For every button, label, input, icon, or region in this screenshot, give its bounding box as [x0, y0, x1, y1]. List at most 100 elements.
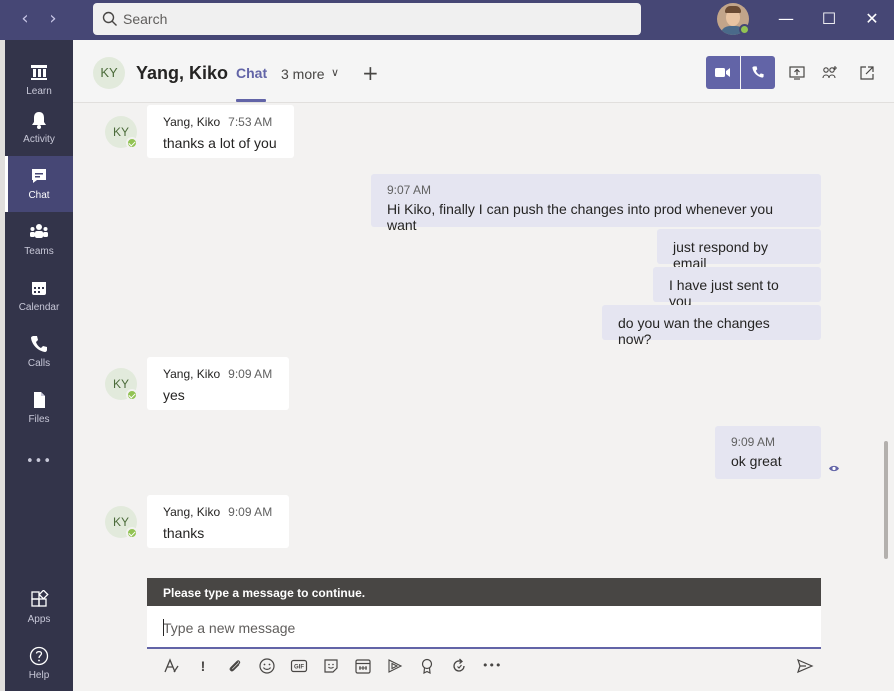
- chevron-down-icon: ∨: [331, 66, 340, 79]
- schedule-meeting-icon: [355, 659, 371, 674]
- message-text: do you wan the changes now?: [618, 315, 770, 347]
- app-label: Calls: [27, 358, 51, 369]
- minimize-button[interactable]: —: [774, 8, 798, 30]
- app-activity[interactable]: Activity: [5, 100, 73, 156]
- file-icon: [34, 392, 45, 408]
- compose-box[interactable]: [147, 606, 821, 649]
- format-button[interactable]: [162, 657, 180, 675]
- sender-name: Yang, Kiko: [163, 505, 221, 519]
- app-label: Chat: [28, 190, 50, 201]
- app-bar: Learn Activity Chat Teams Calendar Calls…: [5, 40, 73, 691]
- send-button[interactable]: [796, 657, 814, 675]
- sender-name: Yang, Kiko: [163, 367, 221, 381]
- maximize-button[interactable]: ☐: [817, 8, 841, 30]
- more-apps-button[interactable]: •••: [5, 448, 73, 478]
- praise-button[interactable]: [418, 657, 436, 675]
- loop-button[interactable]: [450, 657, 468, 675]
- message-list: KY Yang, Kiko 7:53 AM thanks a lot of you…: [73, 104, 884, 570]
- more-options-icon: •••: [482, 659, 502, 672]
- emoji-button[interactable]: [258, 657, 276, 675]
- message-time: 9:09 AM: [228, 367, 273, 381]
- add-tab-button[interactable]: +: [362, 61, 379, 85]
- message-bubble-outgoing[interactable]: 9:07 AM Hi Kiko, finally I can push the …: [371, 174, 821, 233]
- important-icon: !: [200, 658, 206, 674]
- schedule-meeting-button[interactable]: [354, 657, 372, 675]
- tab-chat[interactable]: Chat: [236, 65, 267, 81]
- apps-icon: [31, 590, 49, 607]
- app-chat[interactable]: Chat: [5, 156, 73, 212]
- app-calls[interactable]: Calls: [5, 324, 73, 380]
- calendar-icon: [32, 282, 46, 295]
- app-help[interactable]: Help: [5, 636, 73, 691]
- message-bubble-outgoing[interactable]: do you wan the changes now?: [602, 305, 821, 347]
- search-input[interactable]: Search: [93, 3, 641, 35]
- chat-icon: [32, 169, 46, 183]
- contact-avatar[interactable]: KY: [93, 57, 125, 89]
- sender-name: Yang, Kiko: [163, 115, 221, 129]
- more-icon: •••: [25, 454, 52, 469]
- loop-icon: [453, 658, 465, 672]
- help-icon: [29, 646, 49, 666]
- bell-icon: [32, 112, 46, 129]
- presence-available-icon: [126, 137, 138, 149]
- emoji-icon: [259, 658, 275, 674]
- message-time: 9:09 AM: [228, 505, 273, 519]
- message-bubble-incoming[interactable]: Yang, Kiko 9:09 AM thanks: [147, 495, 289, 548]
- back-arrow-icon[interactable]: ‹: [14, 8, 36, 30]
- seen-eye-icon: [829, 465, 839, 472]
- title-bar: ‹ › Search — ☐ ✕: [0, 0, 894, 40]
- app-label: Calendar: [18, 302, 60, 313]
- message-text: thanks a lot of you: [163, 135, 277, 151]
- app-label: Teams: [24, 246, 54, 257]
- message-time: 9:07 AM: [387, 183, 432, 197]
- attach-button[interactable]: [226, 657, 244, 675]
- message-bubble-outgoing[interactable]: 9:09 AM ok great: [715, 426, 821, 479]
- message-bubble-incoming[interactable]: Yang, Kiko 9:09 AM yes: [147, 357, 289, 410]
- app-label: Help: [28, 670, 50, 681]
- pop-out-icon[interactable]: [859, 65, 875, 81]
- active-tab-indicator: [236, 99, 266, 102]
- phone-icon: [752, 66, 764, 78]
- contact-name: Yang, Kiko: [136, 63, 229, 83]
- important-button[interactable]: !: [194, 657, 212, 675]
- attach-icon: [229, 660, 241, 672]
- more-options-button[interactable]: •••: [482, 657, 502, 675]
- gif-button[interactable]: GIF: [290, 657, 308, 675]
- presence-available-icon: [126, 527, 138, 539]
- gif-icon: GIF: [290, 659, 308, 673]
- search-icon: [102, 11, 117, 26]
- app-apps[interactable]: Apps: [5, 580, 73, 636]
- sticker-icon: [324, 659, 338, 673]
- message-bubble-incoming[interactable]: Yang, Kiko 7:53 AM thanks a lot of you: [147, 105, 294, 158]
- share-screen-icon[interactable]: [789, 65, 805, 81]
- add-people-icon[interactable]: [822, 65, 838, 81]
- app-label: Apps: [27, 614, 51, 625]
- forward-arrow-icon[interactable]: ›: [42, 8, 64, 30]
- chat-header: KY Yang, Kiko Chat 3 more ∨ +: [73, 40, 894, 103]
- presence-available-icon: [126, 389, 138, 401]
- app-files[interactable]: Files: [5, 380, 73, 436]
- message-bubble-outgoing[interactable]: I have just sent to you: [653, 267, 821, 309]
- send-icon: [797, 658, 814, 674]
- audio-call-button[interactable]: [741, 56, 775, 89]
- svg-text:GIF: GIF: [294, 665, 304, 671]
- user-presence-icon: [739, 24, 750, 35]
- message-time: 9:09 AM: [731, 435, 776, 449]
- message-time: 7:53 AM: [228, 115, 273, 129]
- message-bubble-outgoing[interactable]: just respond by email: [657, 229, 821, 271]
- sticker-button[interactable]: [322, 657, 340, 675]
- close-button[interactable]: ✕: [860, 8, 884, 30]
- message-text: thanks: [163, 525, 205, 541]
- message-input[interactable]: [163, 618, 803, 638]
- video-icon: [715, 68, 730, 77]
- text-caret: [163, 619, 164, 636]
- tab-more[interactable]: 3 more: [281, 66, 325, 82]
- video-call-button[interactable]: [706, 56, 740, 89]
- app-label: Activity: [23, 134, 55, 145]
- message-text: yes: [163, 387, 185, 403]
- app-teams[interactable]: Teams: [5, 212, 73, 268]
- stream-button[interactable]: [386, 657, 404, 675]
- scrollbar-thumb[interactable]: [884, 441, 888, 559]
- app-calendar[interactable]: Calendar: [5, 268, 73, 324]
- message-text: ok great: [731, 453, 782, 469]
